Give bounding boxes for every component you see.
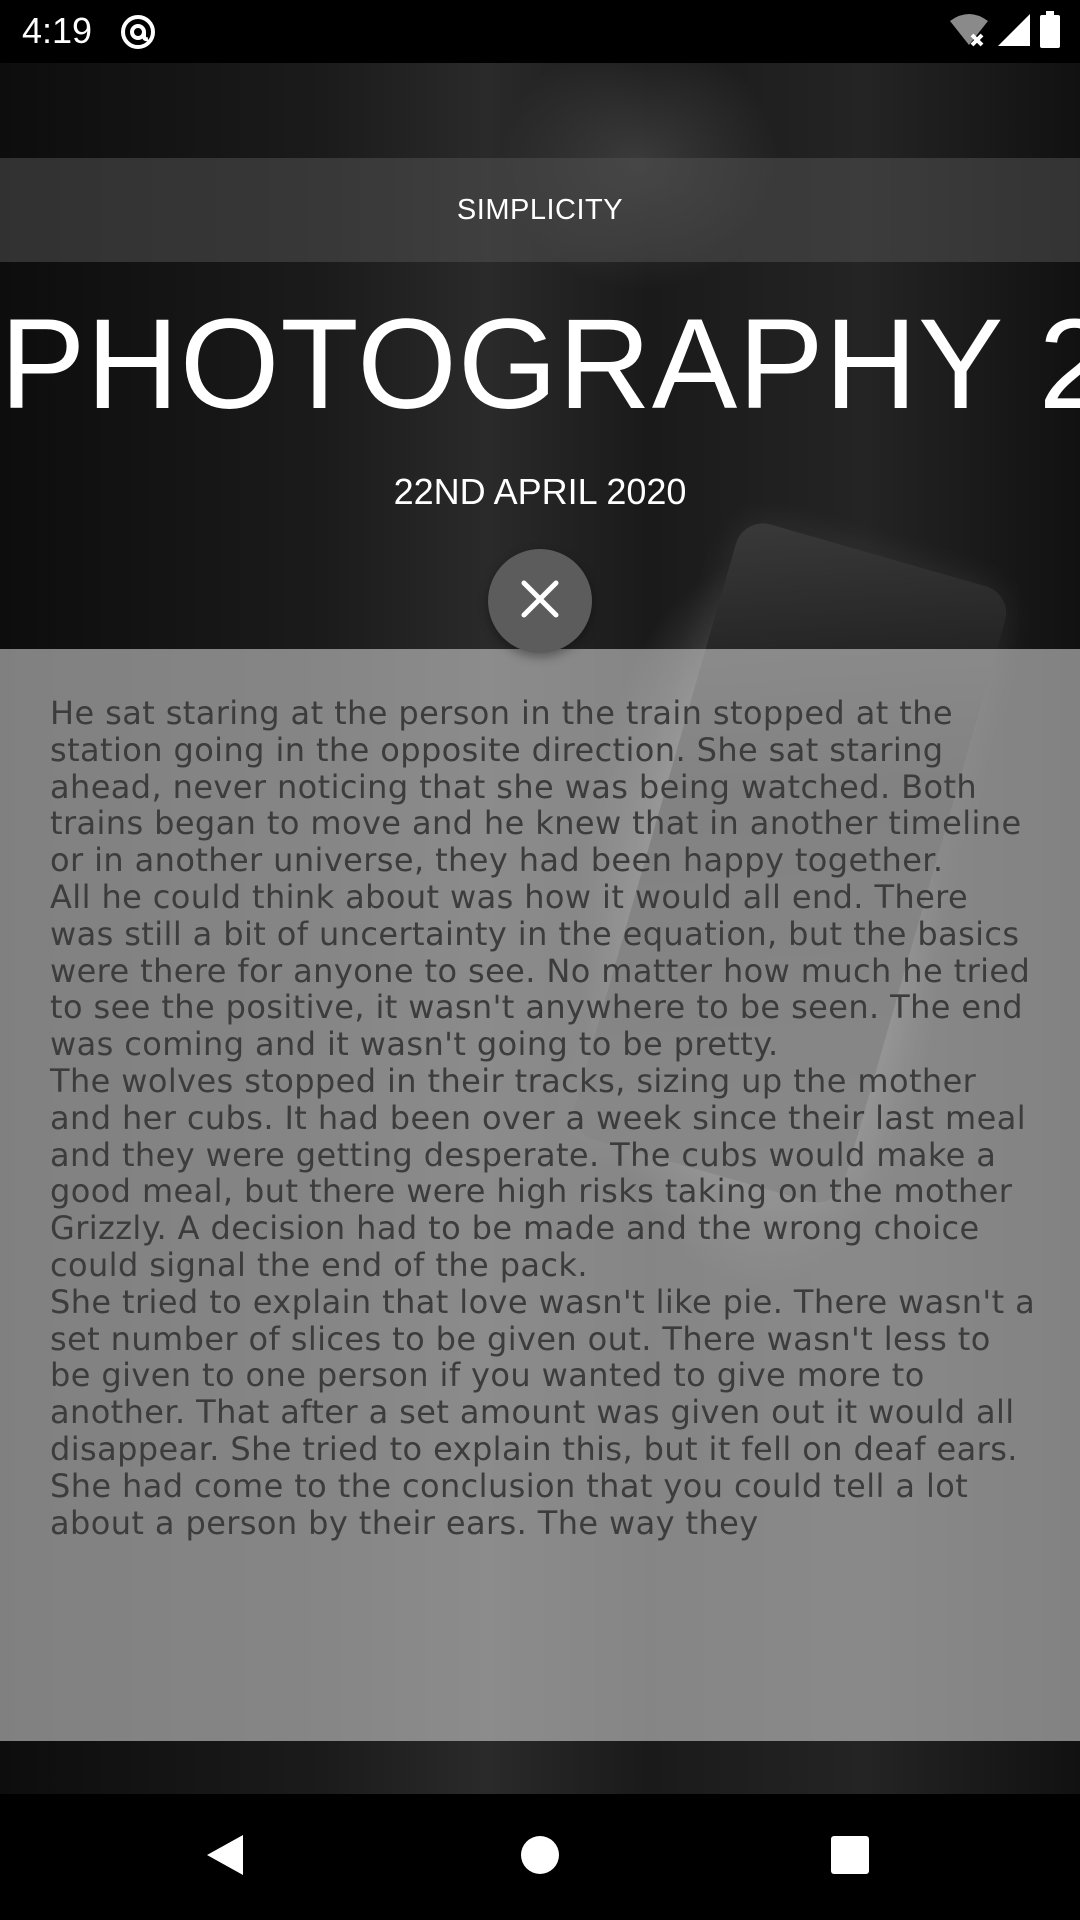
recents-icon — [830, 1835, 870, 1880]
wifi-off-icon — [948, 11, 990, 54]
navigation-bar — [0, 1794, 1080, 1920]
paragraph: She had come to the conclusion that you … — [50, 1466, 969, 1542]
close-button[interactable] — [488, 549, 592, 653]
recents-button[interactable] — [790, 1794, 910, 1920]
header-band-label: SIMPLICITY — [456, 194, 624, 226]
status-icons — [948, 10, 1062, 54]
paragraph: He sat staring at the person in the trai… — [50, 694, 1022, 880]
at-sign-icon — [118, 12, 158, 52]
content-panel[interactable]: He sat staring at the person in the trai… — [0, 649, 1080, 1741]
signal-icon — [996, 12, 1032, 53]
status-bar: 4:19 — [0, 0, 1080, 63]
paragraph: She tried to explain that love wasn't li… — [50, 1282, 1036, 1468]
screen: 4:19 SIMPLICITY PHOTOGRAPHY 2 22ND APRIL… — [0, 0, 1080, 1920]
back-icon — [203, 1831, 247, 1884]
back-button[interactable] — [165, 1794, 285, 1920]
home-icon — [520, 1835, 560, 1880]
paragraph: The wolves stopped in their tracks, sizi… — [50, 1061, 1026, 1284]
paragraph: All he could think about was how it woul… — [50, 877, 1031, 1064]
status-time: 4:19 — [22, 10, 93, 51]
post-date: 22ND APRIL 2020 — [393, 471, 687, 512]
home-button[interactable] — [480, 1794, 600, 1920]
header-band: SIMPLICITY — [0, 158, 1080, 262]
article-text: He sat staring at the person in the trai… — [50, 695, 1040, 1541]
close-icon — [518, 577, 562, 626]
page-title: PHOTOGRAPHY 2 — [0, 293, 1080, 436]
battery-icon — [1038, 10, 1062, 54]
